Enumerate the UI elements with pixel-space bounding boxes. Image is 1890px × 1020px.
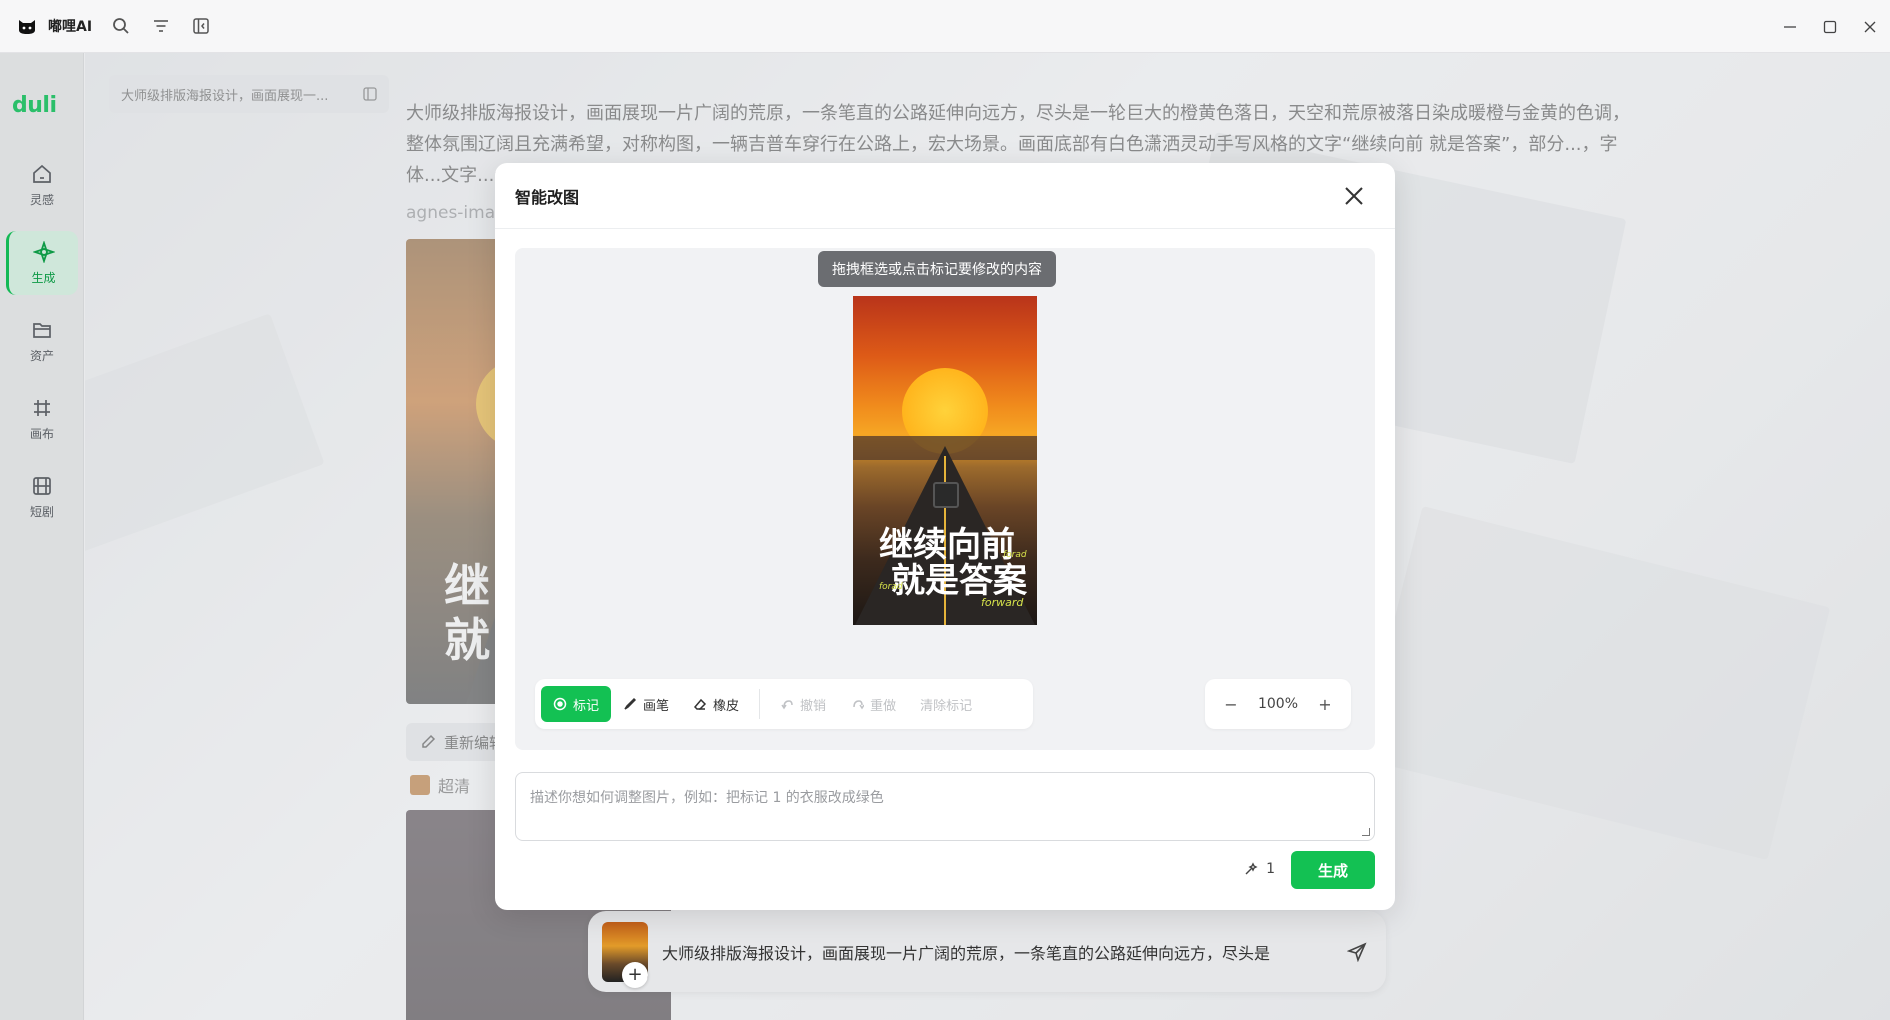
poster-title-line2: 就是答案 bbox=[891, 561, 1027, 601]
sidebar-item-label: 资产 bbox=[29, 348, 54, 363]
grid-icon bbox=[34, 399, 50, 416]
edit-description-placeholder: 描述你想如何调整图片，例如：把标记 1 的衣服改成绿色 bbox=[530, 790, 884, 806]
clear-marks-button[interactable]: 清除标记 bbox=[908, 686, 984, 722]
prompt-input-bar[interactable]: + 大师级排版海报设计，画面展现一片广阔的荒原，一条笔直的公路延伸向远方，尽头是 bbox=[588, 911, 1386, 992]
undo-icon bbox=[781, 700, 793, 710]
window-close-icon[interactable] bbox=[1850, 0, 1890, 53]
target-icon bbox=[553, 697, 567, 711]
jeep-graphic bbox=[933, 482, 959, 508]
undo-button[interactable]: 撤销 bbox=[768, 686, 838, 722]
sidebar-item-canvas[interactable]: 画布 bbox=[6, 387, 78, 451]
editable-image[interactable]: 继续向前 就是答案 forad forad forward bbox=[853, 296, 1037, 625]
poster-en-text: forad bbox=[879, 582, 903, 592]
redo-icon bbox=[853, 700, 865, 710]
zoom-level: 100% bbox=[1257, 696, 1299, 712]
sidebar-item-label: 短剧 bbox=[29, 504, 54, 519]
app-title: 嘟哩AI bbox=[48, 19, 93, 35]
sidebar-item-inspiration[interactable]: 灵感 bbox=[6, 153, 78, 217]
title-bar: 嘟哩AI bbox=[0, 0, 1890, 53]
magic-wand-icon bbox=[1245, 862, 1258, 875]
poster-title-line1: 继续向前 bbox=[879, 525, 1015, 565]
edit-description-input[interactable]: 描述你想如何调整图片，例如：把标记 1 的衣服改成绿色 bbox=[515, 772, 1375, 841]
sidebar-item-label: 画布 bbox=[29, 426, 54, 441]
zoom-in-button[interactable]: + bbox=[1315, 695, 1335, 714]
sidebar-item-label: 灵感 bbox=[29, 192, 54, 207]
modal-footer: 1 生成 bbox=[515, 851, 1375, 889]
modal-header: 智能改图 bbox=[495, 163, 1395, 229]
eraser-tool-label: 橡皮 bbox=[713, 698, 740, 714]
poster-en-text: forad bbox=[1003, 550, 1027, 560]
mark-tool-button[interactable]: 标记 bbox=[541, 686, 612, 722]
clear-marks-label: 清除标记 bbox=[920, 698, 973, 714]
maximize-icon[interactable] bbox=[1810, 0, 1850, 53]
redo-label: 重做 bbox=[870, 698, 897, 714]
film-icon bbox=[33, 476, 51, 495]
mark-tool-label: 标记 bbox=[573, 698, 600, 714]
filter-icon[interactable] bbox=[150, 15, 172, 37]
brand-logo[interactable]: duli bbox=[12, 93, 57, 118]
zoom-out-button[interactable]: − bbox=[1221, 695, 1241, 714]
sidebar-item-assets[interactable]: 资产 bbox=[6, 309, 78, 373]
brush-icon bbox=[624, 697, 637, 710]
reference-thumbnail[interactable]: + bbox=[602, 921, 648, 988]
home-icon bbox=[33, 164, 51, 183]
resize-handle[interactable] bbox=[1362, 828, 1370, 836]
image-canvas[interactable]: 拖拽框选或点击标记要修改的内容 继续向前 就是答案 forad forad fo… bbox=[515, 248, 1375, 750]
sparkle-icon bbox=[32, 240, 55, 263]
window-controls bbox=[1770, 0, 1890, 53]
poster-en-text: forward bbox=[981, 596, 1024, 609]
credit-count: 1 bbox=[1266, 861, 1275, 877]
collapse-sidebar-icon[interactable] bbox=[190, 15, 212, 37]
minimize-icon[interactable] bbox=[1770, 0, 1810, 53]
eraser-tool-button[interactable]: 橡皮 bbox=[681, 686, 751, 722]
sidebar-item-label: 生成 bbox=[31, 270, 56, 285]
edit-toolbar: 标记 画笔 橡皮 撤销 重做 清除标记 bbox=[535, 679, 1033, 729]
close-icon[interactable] bbox=[1341, 183, 1367, 209]
sidebar-item-generate[interactable]: 生成 bbox=[6, 231, 78, 295]
eraser-icon bbox=[694, 698, 707, 710]
send-icon[interactable] bbox=[1342, 937, 1372, 967]
brush-tool-button[interactable]: 画笔 bbox=[611, 686, 681, 722]
smart-edit-modal: 智能改图 拖拽框选或点击标记要修改的内容 继续向前 就是答案 forad for… bbox=[495, 163, 1395, 910]
folder-icon bbox=[33, 322, 51, 338]
search-icon[interactable] bbox=[110, 15, 132, 37]
redo-button[interactable]: 重做 bbox=[838, 686, 908, 722]
app-logo-icon bbox=[16, 15, 38, 37]
zoom-control: − 100% + bbox=[1205, 679, 1351, 729]
toolbar-divider bbox=[759, 689, 761, 719]
credit-cost: 1 bbox=[1244, 861, 1275, 877]
modal-title: 智能改图 bbox=[515, 187, 580, 207]
sidebar: duli 灵感 生成 资产 画布 短剧 bbox=[0, 53, 84, 1020]
undo-label: 撤销 bbox=[800, 698, 827, 714]
brush-tool-label: 画笔 bbox=[643, 698, 670, 714]
canvas-hint: 拖拽框选或点击标记要修改的内容 bbox=[818, 251, 1056, 287]
add-image-icon[interactable]: + bbox=[622, 961, 648, 988]
generate-button[interactable]: 生成 bbox=[1291, 851, 1375, 889]
prompt-input[interactable]: 大师级排版海报设计，画面展现一片广阔的荒原，一条笔直的公路延伸向远方，尽头是 bbox=[662, 940, 1326, 964]
sidebar-item-short-drama[interactable]: 短剧 bbox=[6, 465, 78, 529]
